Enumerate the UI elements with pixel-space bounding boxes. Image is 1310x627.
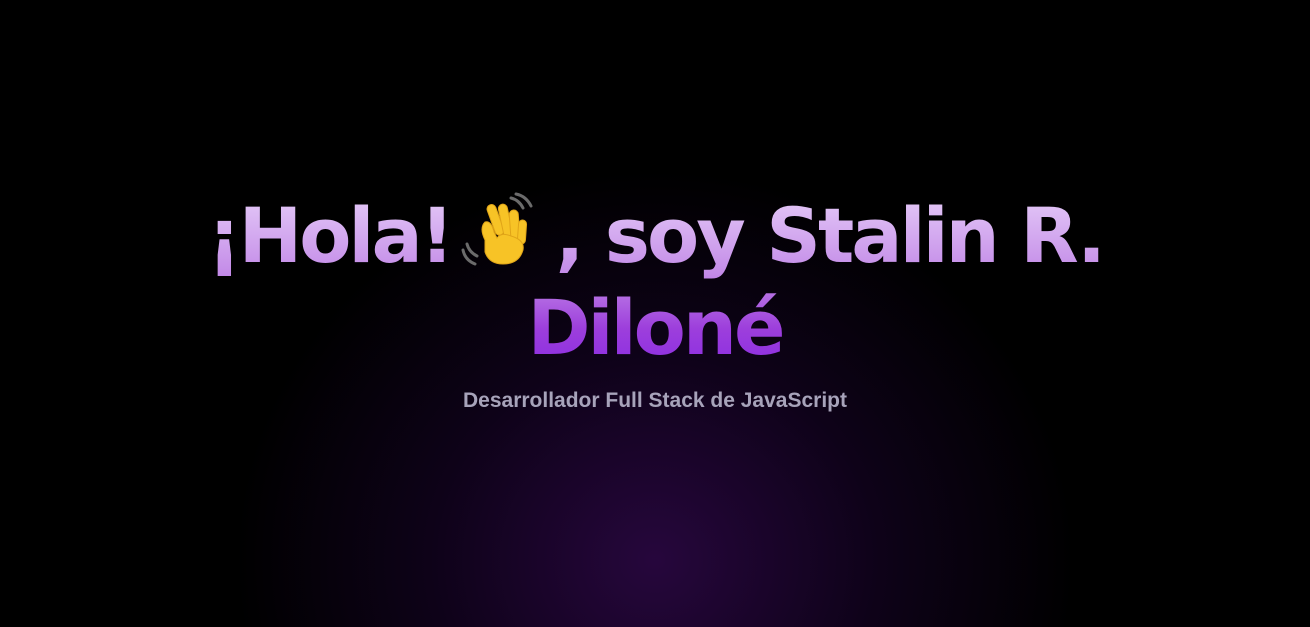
hero-heading: ¡Hola! , soy Stalin R. Diloné [0, 190, 1310, 374]
hero-subtitle: Desarrollador Full Stack de JavaScript [463, 389, 847, 412]
heading-line-1: ¡Hola! , soy Stalin R. [0, 190, 1310, 282]
name-prefix-text: , soy Stalin R. [555, 191, 1104, 280]
heading-line-2: Diloné [527, 283, 783, 372]
waving-hand-icon [461, 192, 541, 268]
hero-section: ¡Hola! , soy Stalin R. Diloné Desarrolla… [0, 190, 1310, 414]
greeting-text: ¡Hola! [206, 191, 452, 280]
page: ¡Hola! , soy Stalin R. Diloné Desarrolla… [0, 0, 1310, 627]
